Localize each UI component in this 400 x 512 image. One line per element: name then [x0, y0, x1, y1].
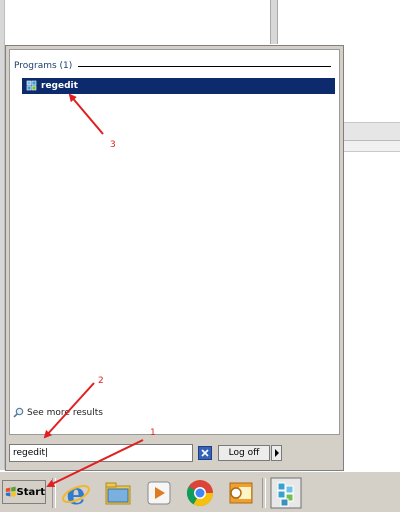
background-window-border: [270, 0, 278, 44]
see-more-results-link[interactable]: See more results: [13, 407, 103, 418]
internet-explorer-icon[interactable]: e: [60, 477, 92, 509]
start-button[interactable]: Start: [2, 480, 46, 504]
log-off-button[interactable]: Log off: [218, 445, 270, 461]
shutdown-options-button[interactable]: [271, 445, 282, 461]
windows-logo-icon: [5, 486, 16, 497]
arrow-right-icon: [274, 449, 279, 457]
chrome-icon[interactable]: [184, 477, 216, 509]
close-icon: [201, 449, 209, 457]
taskbar-separator: [262, 478, 266, 508]
magnifier-icon: [13, 407, 24, 418]
start-menu: Programs (1) regedit See more results re…: [5, 45, 344, 471]
result-label: regedit: [41, 81, 78, 91]
taskbar: Start e: [0, 471, 400, 512]
file-explorer-icon[interactable]: [102, 477, 134, 509]
search-input[interactable]: [9, 444, 193, 462]
media-player-icon[interactable]: [143, 477, 175, 509]
header-divider: [78, 65, 331, 67]
search-results-pane: Programs (1) regedit See more results: [9, 49, 340, 435]
svg-text:e: e: [66, 477, 85, 509]
annotation-label-3: 3: [110, 140, 116, 150]
registry-editor-icon[interactable]: [270, 477, 302, 509]
annotation-label-1: 1: [150, 428, 156, 438]
taskbar-separator: [52, 478, 56, 508]
outlook-icon[interactable]: [225, 477, 257, 509]
background-window-toolbar-lower: [344, 140, 400, 151]
regedit-icon: [26, 80, 37, 91]
annotation-label-2: 2: [98, 376, 104, 386]
programs-header-label: Programs (1): [14, 61, 73, 71]
programs-section-header: Programs (1): [14, 60, 331, 72]
start-label: Start: [16, 486, 45, 498]
result-item-regedit[interactable]: regedit: [22, 78, 335, 94]
search-row: Log off: [9, 444, 340, 464]
see-more-label: See more results: [27, 407, 103, 418]
clear-search-button[interactable]: [198, 446, 212, 460]
